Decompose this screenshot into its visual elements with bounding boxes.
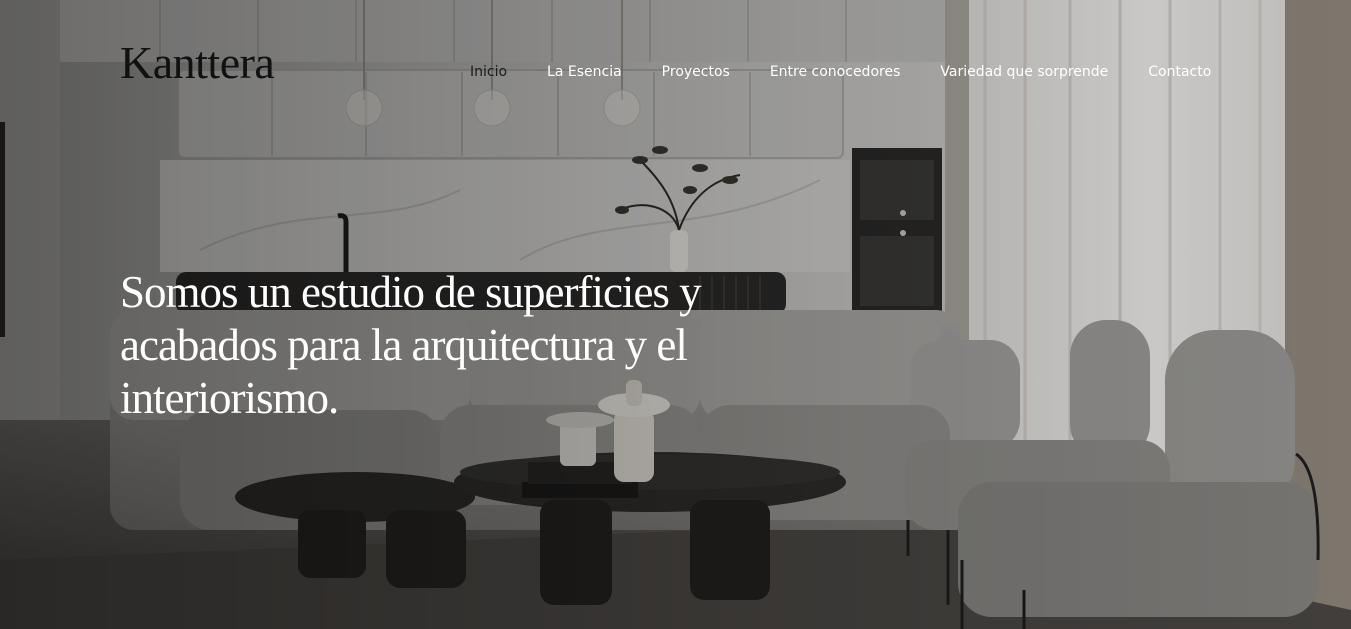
nav-link-contacto[interactable]: Contacto <box>1148 62 1211 82</box>
nav-link-la-esencia[interactable]: La Esencia <box>547 62 622 82</box>
main-navigation: Inicio La Esencia Proyectos Entre conoce… <box>470 62 1211 82</box>
brand-logo[interactable]: Kanttera <box>120 40 275 86</box>
site-header: Kanttera Inicio La Esencia Proyectos Ent… <box>0 0 1351 140</box>
hero-headline: Somos un estudio de superficies y acabad… <box>120 267 702 423</box>
nav-link-variedad-que-sorprende[interactable]: Variedad que sorprende <box>940 62 1108 82</box>
nav-link-proyectos[interactable]: Proyectos <box>662 62 730 82</box>
nav-link-inicio[interactable]: Inicio <box>470 62 507 82</box>
hero-section: Kanttera Inicio La Esencia Proyectos Ent… <box>0 0 1351 629</box>
nav-link-entre-conocedores[interactable]: Entre conocedores <box>770 62 901 82</box>
